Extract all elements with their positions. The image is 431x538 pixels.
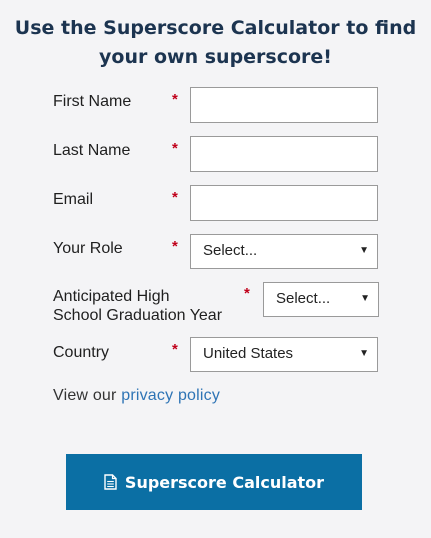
heading-line-1: Use the Superscore Calculator to find xyxy=(14,17,417,39)
grad-year-select[interactable]: Select... ▼ xyxy=(263,282,379,317)
country-select[interactable]: United States ▼ xyxy=(190,337,378,372)
grad-year-required-marker: * xyxy=(244,285,250,302)
document-icon xyxy=(104,474,117,490)
privacy-policy-link[interactable]: privacy policy xyxy=(121,387,220,404)
heading-line-2: your own superscore! xyxy=(99,46,332,68)
email-required-marker: * xyxy=(172,189,178,206)
chevron-down-icon: ▼ xyxy=(360,293,370,304)
grad-year-select-value: Select... xyxy=(276,290,331,307)
role-label: Your Role xyxy=(53,240,123,257)
country-required-marker: * xyxy=(172,341,178,358)
privacy-prefix: View our xyxy=(53,387,122,404)
superscore-calculator-button[interactable]: Superscore Calculator xyxy=(66,454,362,510)
first-name-field[interactable] xyxy=(190,87,378,123)
role-select-value: Select... xyxy=(203,242,258,259)
privacy-note: View our privacy policy xyxy=(53,387,220,405)
email-field[interactable] xyxy=(190,185,378,221)
role-select[interactable]: Select... ▼ xyxy=(190,234,378,269)
superscore-form-panel: Use the Superscore Calculator to find yo… xyxy=(0,0,431,538)
chevron-down-icon: ▼ xyxy=(359,245,369,256)
first-name-label: First Name xyxy=(53,93,132,110)
role-required-marker: * xyxy=(172,238,178,255)
grad-year-label: Anticipated High School Graduation Year xyxy=(53,287,222,325)
first-name-required-marker: * xyxy=(172,91,178,108)
last-name-field[interactable] xyxy=(190,136,378,172)
grad-year-label-line-1: Anticipated High xyxy=(53,288,170,305)
last-name-required-marker: * xyxy=(172,140,178,157)
country-label: Country xyxy=(53,344,110,361)
country-select-value: United States xyxy=(203,345,294,362)
last-name-label: Last Name xyxy=(53,142,131,159)
email-label: Email xyxy=(53,191,94,208)
chevron-down-icon: ▼ xyxy=(359,348,369,359)
superscore-calculator-label: Superscore Calculator xyxy=(124,472,325,492)
grad-year-label-line-2: School Graduation Year xyxy=(53,307,223,324)
form-heading: Use the Superscore Calculator to find yo… xyxy=(0,14,431,72)
